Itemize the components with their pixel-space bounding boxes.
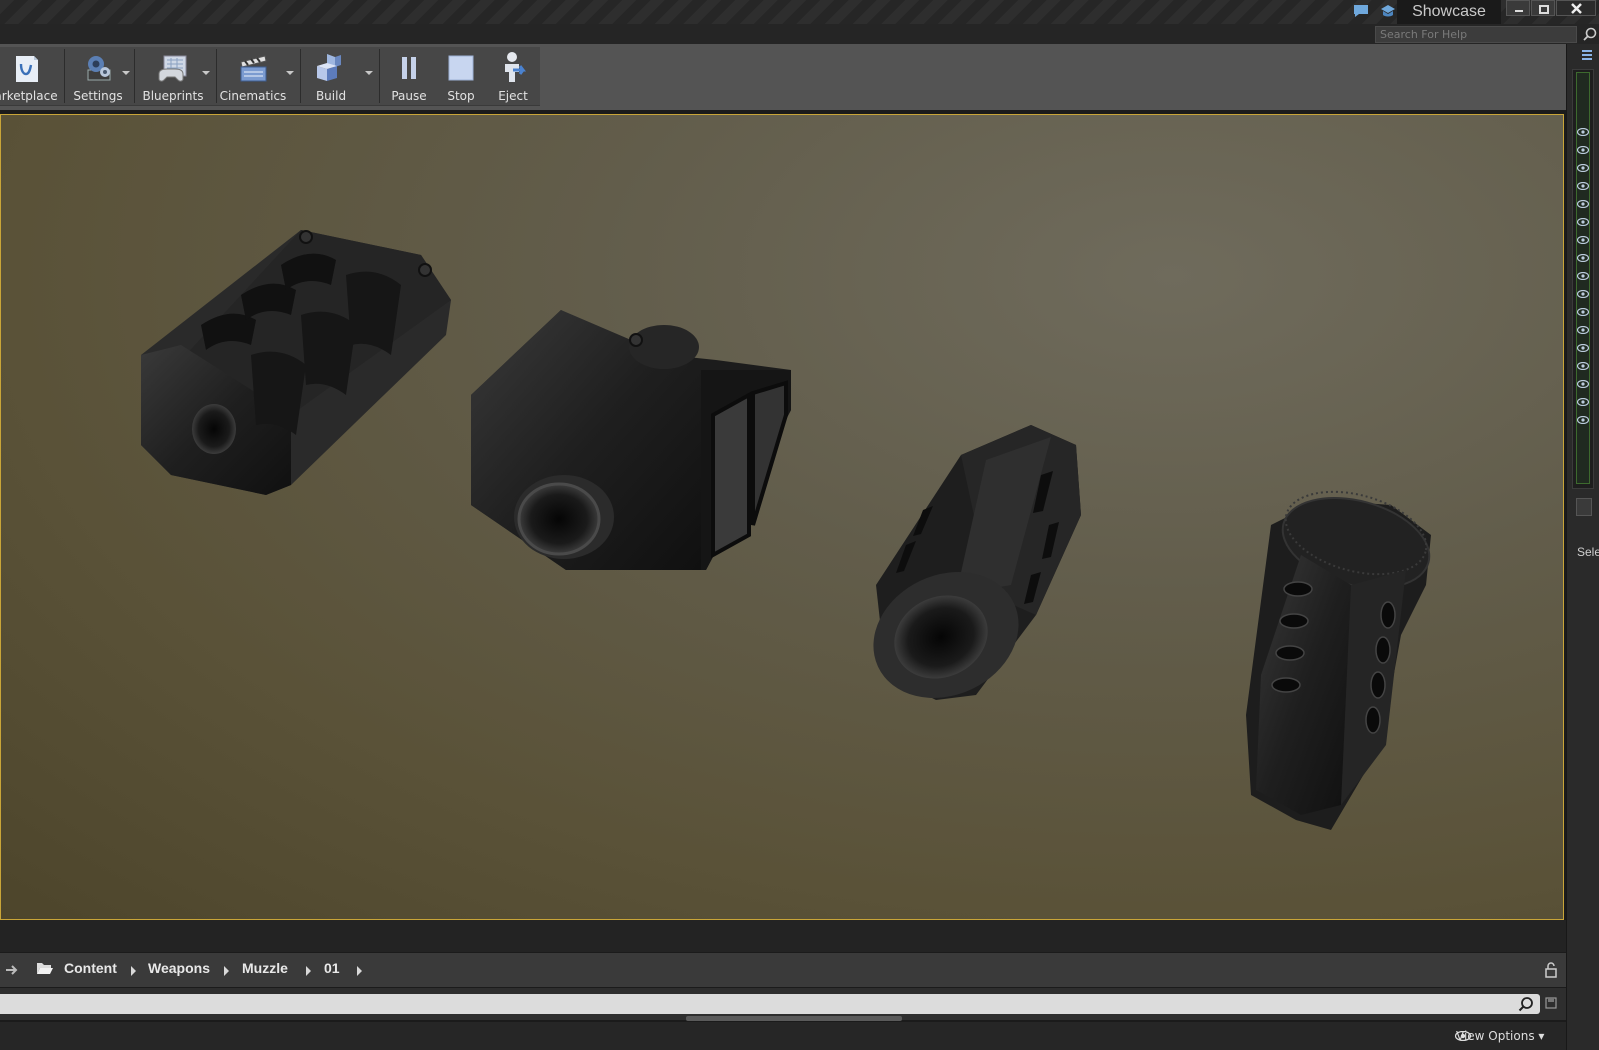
breadcrumb-01[interactable]: 01 (324, 960, 340, 976)
cinematics-dropdown-icon[interactable] (286, 71, 294, 75)
breadcrumb-arrow-icon[interactable] (224, 966, 229, 976)
view-options-button[interactable]: View Options ▾ (1456, 1029, 1544, 1043)
visibility-eye-icon[interactable] (1577, 326, 1589, 334)
cinematics-button[interactable]: Cinematics (218, 47, 288, 105)
close-button[interactable] (1556, 0, 1596, 16)
title-bar: Showcase (0, 0, 1599, 24)
marketplace-label: arketplace (0, 89, 58, 103)
menu-bar (0, 24, 1599, 44)
visibility-eye-icon[interactable] (1577, 380, 1589, 388)
visibility-eye-icon[interactable] (1577, 182, 1589, 190)
restore-icon (1539, 5, 1549, 14)
stop-label: Stop (447, 89, 475, 103)
horizontal-scrollbar[interactable] (686, 1016, 902, 1021)
visibility-eye-icon[interactable] (1577, 164, 1589, 172)
content-browser-path-bar (0, 952, 1566, 987)
toolbar-separator (64, 49, 65, 103)
muzzle-brake-threaded[interactable] (1246, 478, 1439, 830)
breadcrumb-arrow-icon[interactable] (131, 966, 136, 976)
stop-button[interactable]: Stop (436, 47, 486, 105)
arrow-right-icon[interactable] (4, 963, 20, 977)
details-icon[interactable] (1576, 498, 1592, 516)
help-search-input[interactable]: Search For Help (1375, 26, 1577, 43)
minimize-button[interactable] (1506, 0, 1530, 16)
details-selection-label: Sele (1577, 545, 1599, 559)
eject-label: Eject (498, 89, 528, 103)
visibility-eye-icon[interactable] (1577, 272, 1589, 280)
project-name: Showcase (1397, 0, 1501, 24)
pause-icon (402, 57, 416, 79)
visibility-eye-icon[interactable] (1577, 128, 1589, 136)
breadcrumb-weapons[interactable]: Weapons (148, 960, 210, 976)
visibility-eye-icon[interactable] (1577, 146, 1589, 154)
build-button[interactable]: Build (302, 47, 360, 105)
visibility-eye-icon[interactable] (1577, 218, 1589, 226)
toolbar-separator (134, 49, 135, 103)
pause-label: Pause (391, 89, 427, 103)
minimize-icon (1515, 10, 1523, 12)
eject-button[interactable]: Eject (488, 47, 538, 105)
marketplace-icon (16, 56, 38, 82)
breadcrumb-muzzle[interactable]: Muzzle (242, 960, 288, 976)
visibility-eye-icon[interactable] (1577, 398, 1589, 406)
settings-dropdown-icon[interactable] (122, 71, 130, 75)
chevron-down-icon: ▾ (1538, 1029, 1545, 1043)
visibility-eye-icon[interactable] (1577, 344, 1589, 352)
breadcrumb-arrow-icon[interactable] (357, 966, 362, 976)
cinematics-label: Cinematics (219, 89, 287, 103)
settings-button[interactable]: Settings (66, 47, 130, 105)
breadcrumb-content[interactable]: Content (64, 960, 117, 976)
asset-search-input[interactable] (0, 994, 1540, 1014)
panel-divider (0, 920, 1566, 952)
breadcrumb-arrow-icon[interactable] (306, 966, 311, 976)
build-icon (317, 54, 341, 81)
blueprints-label: Blueprints (142, 89, 204, 103)
visibility-eye-icon[interactable] (1577, 290, 1589, 298)
muzzle-brake-hex[interactable] (853, 425, 1081, 721)
level-toolbar: arketplace Settings Blueprints Cinematic… (0, 47, 540, 106)
level-viewport[interactable] (0, 114, 1564, 920)
stop-icon (448, 55, 474, 81)
settings-label: Settings (73, 89, 123, 103)
visibility-eye-icon[interactable] (1577, 362, 1589, 370)
cinematics-icon (240, 55, 267, 82)
toolbar-separator (379, 49, 380, 103)
marketplace-button[interactable]: arketplace (0, 47, 58, 105)
visibility-eye-icon[interactable] (1577, 236, 1589, 244)
build-label: Build (315, 89, 347, 103)
blueprints-icon (158, 55, 187, 82)
close-icon (1571, 3, 1582, 14)
visibility-eye-icon[interactable] (1577, 416, 1589, 424)
build-dropdown-icon[interactable] (365, 71, 373, 75)
eject-icon (505, 52, 526, 82)
toolbar-separator (216, 49, 217, 103)
lock-icon[interactable] (1544, 962, 1558, 978)
visibility-eye-icon[interactable] (1577, 308, 1589, 316)
toolbar-separator (300, 49, 301, 103)
view-options-label: View Options (1456, 1029, 1535, 1043)
chat-icon[interactable] (1353, 4, 1369, 18)
visibility-eye-icon[interactable] (1577, 254, 1589, 262)
settings-icon (87, 56, 111, 81)
content-browser-status-row (0, 1022, 1566, 1050)
search-icon[interactable] (1583, 27, 1597, 41)
muzzle-brake-slotted[interactable] (141, 230, 451, 495)
visibility-eye-icon[interactable] (1577, 200, 1589, 208)
muzzle-brake-boxed[interactable] (471, 310, 791, 570)
blueprints-dropdown-icon[interactable] (202, 71, 210, 75)
outliner-icon[interactable] (1580, 48, 1594, 62)
pause-button[interactable]: Pause (384, 47, 434, 105)
learn-icon[interactable] (1380, 4, 1396, 18)
save-search-icon[interactable] (1545, 997, 1557, 1009)
blueprints-button[interactable]: Blueprints (138, 47, 208, 105)
restore-button[interactable] (1531, 0, 1555, 16)
folder-open-icon[interactable] (36, 961, 54, 975)
search-icon[interactable] (1518, 996, 1534, 1012)
